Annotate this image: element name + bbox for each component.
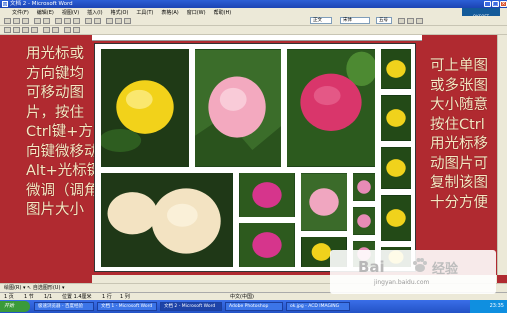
- font-select[interactable]: 宋体: [340, 17, 370, 24]
- task-browser[interactable]: 极速浏览器 - 百度经验: [34, 302, 94, 311]
- photo-small-yellow-2[interactable]: [379, 93, 413, 143]
- photo-cream-roses[interactable]: [99, 171, 235, 269]
- underline-icon[interactable]: [416, 18, 423, 24]
- photo-small-yellow-1[interactable]: [379, 47, 413, 91]
- word-icon: W: [2, 1, 8, 7]
- menu-table[interactable]: 表格(A): [161, 9, 178, 16]
- new-doc-icon[interactable]: [4, 18, 11, 24]
- photo-small-rose-1[interactable]: [351, 171, 377, 203]
- columns-icon[interactable]: [115, 18, 122, 24]
- small-yellow-rose-bloom: [386, 159, 406, 177]
- undo-icon[interactable]: [85, 18, 92, 24]
- photo-small-yellow-3[interactable]: [379, 145, 413, 191]
- paw-icon: [413, 258, 427, 272]
- start-button[interactable]: 开始: [0, 301, 30, 312]
- paste-icon[interactable]: [73, 18, 80, 24]
- watermark-suffix: 经验: [432, 262, 459, 277]
- small-rose-bloom: [357, 214, 371, 228]
- taskbar: 开始 极速浏览器 - 百度经验 文档 1 - Microsoft Word 文档…: [0, 300, 507, 313]
- window-title: 文档 2 - Microsoft Word: [10, 1, 73, 7]
- photo-pink-rose[interactable]: [193, 47, 283, 169]
- bullets-icon[interactable]: [52, 27, 59, 33]
- font-color-icon[interactable]: [73, 27, 80, 33]
- bold-icon[interactable]: [398, 18, 405, 24]
- standard-toolbar: 正文 宋体 五号: [0, 16, 507, 26]
- photo-light-pink-rose[interactable]: [299, 171, 349, 233]
- numbering-icon[interactable]: [43, 27, 50, 33]
- menu-format[interactable]: 格式(O): [111, 9, 129, 16]
- menu-insert[interactable]: 插入(I): [87, 9, 102, 16]
- open-icon[interactable]: [13, 18, 20, 24]
- photo-red-rose[interactable]: [285, 47, 377, 169]
- preview-icon[interactable]: [43, 18, 50, 24]
- small-rose-bloom: [357, 180, 371, 194]
- watermark-brand: Bai: [358, 258, 385, 276]
- font-size-select[interactable]: 五号: [376, 17, 392, 24]
- task-photoshop[interactable]: Adobe Photoshop: [225, 302, 283, 311]
- format-toolbar: [0, 26, 507, 35]
- close-button[interactable]: ×: [500, 1, 507, 7]
- copy-icon[interactable]: [64, 18, 71, 24]
- menu-edit[interactable]: 编辑(E): [37, 9, 54, 16]
- clock: 23:35: [489, 303, 504, 309]
- minimize-button[interactable]: _: [484, 1, 491, 7]
- print-icon[interactable]: [34, 18, 41, 24]
- small-yellow-rose-bloom: [386, 60, 406, 78]
- menu-bar: 文件(F) 编辑(E) 视图(V) 插入(I) 格式(O) 工具(T) 表格(A…: [0, 8, 507, 16]
- menu-help[interactable]: 帮助(H): [214, 9, 232, 16]
- magenta-rose-bloom: [252, 182, 282, 208]
- menu-view[interactable]: 视图(V): [62, 9, 79, 16]
- document-page[interactable]: [94, 43, 416, 272]
- menu-tools[interactable]: 工具(T): [136, 9, 153, 16]
- table-icon[interactable]: [106, 18, 113, 24]
- small-yellow-rose-bloom: [386, 209, 406, 227]
- small-yellow-rose-bloom: [386, 109, 406, 127]
- title-bar: 文档 2 - Microsoft Word: [0, 0, 507, 8]
- right-instruction-text: 可上单图 或多张图 大小随意 按住Ctrl 用光标移 动图片可 复制该图 十分方…: [430, 58, 488, 211]
- style-select[interactable]: 正文: [310, 17, 332, 24]
- small-yellow-rose-bloom: [311, 243, 332, 261]
- photo-magenta-rose-1[interactable]: [237, 171, 297, 219]
- photo-small-rose-2[interactable]: [351, 205, 377, 237]
- drawing-icon[interactable]: [124, 18, 131, 24]
- light-pink-rose-bloom: [309, 188, 339, 216]
- maximize-button[interactable]: □: [492, 1, 499, 7]
- align-right-icon[interactable]: [22, 27, 29, 33]
- drawing-menu-button[interactable]: 绘图(R) ▾ ↖ 自选图形(U) ▾: [4, 285, 65, 291]
- watermark-url: jingyan.baidu.com: [374, 279, 430, 286]
- baidu-watermark: Bai 经验 jingyan.baidu.com: [330, 250, 496, 294]
- photo-magenta-rose-2[interactable]: [237, 221, 297, 269]
- task-acd[interactable]: ok.jpg - ACD IMAGING: [286, 302, 350, 311]
- horizontal-ruler[interactable]: [92, 35, 422, 41]
- redo-icon[interactable]: [94, 18, 101, 24]
- justify-icon[interactable]: [31, 27, 38, 33]
- cut-icon[interactable]: [55, 18, 62, 24]
- italic-icon[interactable]: [407, 18, 414, 24]
- system-tray: 23:35: [470, 300, 507, 313]
- align-center-icon[interactable]: [13, 27, 20, 33]
- save-icon[interactable]: [22, 18, 29, 24]
- photo-small-yellow-4[interactable]: [379, 193, 413, 243]
- cream-roses-bloom: [107, 192, 158, 235]
- task-word-doc2[interactable]: 文档 2 - Microsoft Word: [160, 302, 222, 311]
- photo-yellow-rose[interactable]: [99, 47, 191, 169]
- vertical-scrollbar[interactable]: [497, 35, 507, 275]
- menu-file[interactable]: 文件(F): [12, 9, 29, 16]
- menu-window[interactable]: 窗口(W): [187, 9, 206, 16]
- align-left-icon[interactable]: [4, 27, 11, 33]
- magenta-rose-bloom: [252, 232, 282, 258]
- highlight-icon[interactable]: [64, 27, 71, 33]
- task-word-doc1[interactable]: 文档 1 - Microsoft Word: [97, 302, 157, 311]
